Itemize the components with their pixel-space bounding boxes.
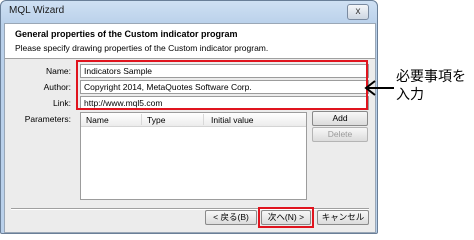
author-label: Author:: [43, 82, 71, 92]
column-header-initial-value[interactable]: Initial value: [211, 115, 254, 125]
parameters-table[interactable]: Name Type Initial value: [80, 112, 307, 200]
close-icon: x: [355, 6, 361, 17]
cancel-button[interactable]: キャンセル: [317, 210, 369, 225]
parameters-label: Parameters:: [24, 114, 71, 124]
annotation-line-2: 入力: [396, 87, 424, 103]
delete-button[interactable]: Delete: [312, 127, 368, 142]
link-label: Link:: [53, 98, 71, 108]
parameters-table-header: Name Type Initial value: [81, 113, 306, 127]
column-header-type[interactable]: Type: [147, 115, 165, 125]
mql-wizard-window: MQL Wizard x General properties of the C…: [0, 0, 378, 234]
close-button[interactable]: x: [347, 4, 369, 20]
dialog-client-area: General properties of the Custom indicat…: [4, 23, 376, 233]
required-fields-highlight: [76, 60, 368, 110]
window-title: MQL Wizard: [9, 5, 65, 16]
name-label: Name:: [45, 66, 71, 76]
column-header-name[interactable]: Name: [86, 115, 109, 125]
next-button-highlight: [258, 207, 314, 228]
page-subtitle: Please specify drawing properties of the…: [15, 43, 269, 53]
title-bar[interactable]: MQL Wizard x: [1, 1, 377, 23]
back-button[interactable]: < 戻る(B): [205, 210, 257, 225]
annotation-line-1: 必要事項を: [396, 69, 466, 85]
column-divider: [141, 114, 142, 125]
column-divider: [203, 114, 204, 125]
footer-divider: [11, 208, 369, 210]
page-title: General properties of the Custom indicat…: [15, 29, 238, 39]
arrow-left-icon: [364, 80, 394, 96]
wizard-header: General properties of the Custom indicat…: [5, 24, 375, 59]
add-button[interactable]: Add: [312, 111, 368, 126]
